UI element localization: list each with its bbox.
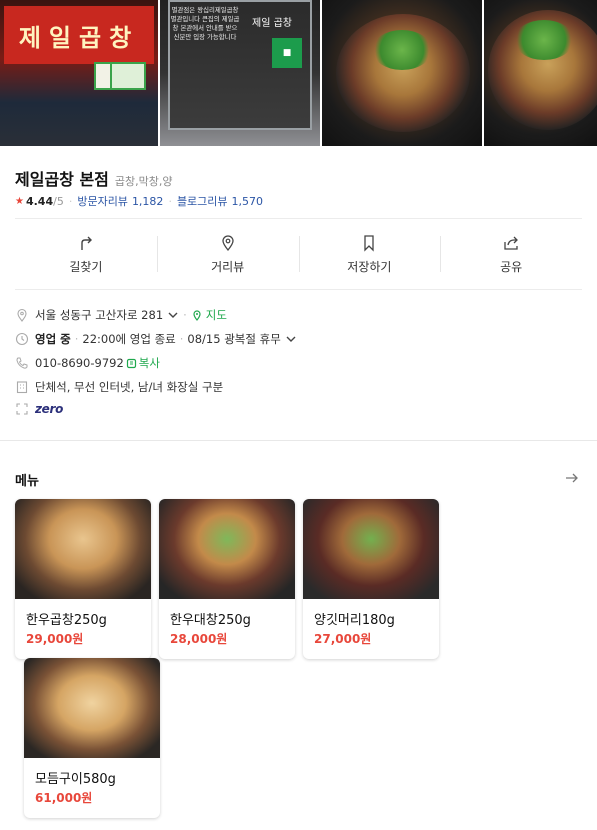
facilities-text: 단체석, 무선 인터넷, 남/녀 화장실 구분: [35, 380, 224, 394]
rating-score: 4.44: [25, 194, 54, 208]
map-link[interactable]: 지도: [206, 307, 227, 323]
separator-dot: ·: [74, 332, 79, 346]
photo-entrance[interactable]: 별관점은 왕십리제일곱창 별관입니다 큰집의 제일곱창 본관에서 안내를 받으신…: [160, 0, 320, 146]
separator-dot: ·: [168, 194, 172, 208]
blog-reviews-count[interactable]: 1,570: [232, 195, 264, 208]
chive-topping: [372, 30, 432, 70]
separator-dot: ·: [183, 308, 187, 322]
photo-food-1[interactable]: [322, 0, 482, 146]
entrance-green-sign: ■: [272, 38, 302, 68]
chevron-down-icon[interactable]: [167, 309, 179, 321]
menu-item-price: 28,000원: [170, 632, 228, 646]
bookmark-icon: [364, 234, 375, 252]
address-row: 서울 성동구 고산자로 281 · 지도: [15, 307, 227, 323]
open-status: 영업 중: [35, 332, 71, 346]
storefront-signbox-2: [110, 62, 146, 90]
save-button[interactable]: 저장하기: [298, 228, 441, 280]
menu-card[interactable]: 한우곱창250g 29,000원: [15, 499, 151, 659]
menu-item-price: 61,000원: [35, 791, 93, 805]
share-button[interactable]: 공유: [440, 228, 582, 280]
separator-dot: ·: [68, 194, 73, 208]
blog-reviews-link[interactable]: 블로그리뷰: [177, 193, 228, 209]
photo-storefront[interactable]: 제일곱창: [0, 0, 158, 146]
share-icon: [504, 236, 519, 250]
zeropay-row: zero: [15, 402, 63, 416]
photo-gallery[interactable]: 제일곱창 별관점은 왕십리제일곱창 별관입니다 큰집의 제일곱창 본관에서 안내…: [0, 0, 597, 146]
menu-item-price: 27,000원: [314, 632, 372, 646]
clock-icon: [15, 332, 29, 346]
location-icon: [17, 308, 27, 322]
action-bar: 길찾기 거리뷰 저장하기 공유: [15, 228, 582, 280]
separator-dot: ·: [179, 332, 184, 346]
menu-item-name: 한우대창250g: [170, 613, 251, 628]
streetview-label: 거리뷰: [211, 259, 245, 274]
arrow-right-icon[interactable]: [564, 470, 580, 486]
chive-topping: [514, 20, 574, 60]
visitor-reviews-link[interactable]: 방문자리뷰: [77, 193, 128, 209]
copy-icon[interactable]: [126, 358, 137, 369]
menu-card[interactable]: 양깃머리180g 27,000원: [303, 499, 439, 659]
menu-item-price: 29,000원: [26, 632, 84, 646]
address-text: 서울 성동구 고산자로 281: [35, 308, 164, 322]
menu-item-name: 한우곱창250g: [26, 613, 107, 628]
place-categories: 곱창,막창,양: [114, 175, 173, 188]
directions-label: 길찾기: [69, 259, 103, 274]
share-label: 공유: [500, 259, 523, 274]
photo-food-2[interactable]: [484, 0, 597, 146]
phone-number: 010-8690-9792: [35, 356, 124, 370]
streetview-button[interactable]: 거리뷰: [156, 228, 299, 280]
rating-out-of: /5: [53, 194, 64, 208]
holiday-notice: 08/15 광복절 휴무: [187, 332, 281, 346]
divider: [15, 218, 582, 219]
phone-row: 010-8690-9792 복사: [15, 355, 160, 371]
menu-card[interactable]: 한우대창250g 28,000원: [159, 499, 295, 659]
building-icon: [16, 381, 28, 394]
hours-row: 영업 중 · 22:00에 영업 종료 · 08/15 광복절 휴무: [15, 331, 297, 347]
menu-item-photo: [15, 499, 151, 599]
section-divider: [0, 440, 597, 441]
menu-item-name: 양깃머리180g: [314, 613, 395, 628]
entrance-notice: 별관점은 왕십리제일곱창 별관입니다 큰집의 제일곱창 본관에서 안내를 받으신…: [170, 6, 240, 41]
star-icon: ★: [15, 195, 24, 207]
facilities-row: 단체석, 무선 인터넷, 남/녀 화장실 구분: [15, 379, 223, 395]
rating-row: ★ 4.44 /5 · 방문자리뷰 1,182 · 블로그리뷰 1,570: [15, 193, 263, 209]
storefront-sign: 제일곱창: [4, 6, 154, 64]
menu-item-name: 모듬구이580g: [35, 772, 116, 787]
menu-item-photo: [24, 658, 160, 758]
save-label: 저장하기: [347, 259, 392, 274]
menu-section-title: 메뉴: [15, 474, 39, 489]
map-pin-icon: [193, 310, 201, 321]
copy-link[interactable]: 복사: [139, 355, 160, 371]
chevron-down-icon[interactable]: [285, 333, 297, 345]
menu-item-photo: [159, 499, 295, 599]
menu-card[interactable]: 모듬구이580g 61,000원: [24, 658, 160, 818]
closing-time: 22:00에 영업 종료: [82, 332, 176, 346]
scan-icon: [16, 403, 28, 415]
entrance-logo: 제일 곱창: [252, 18, 292, 29]
location-pin-icon: [221, 234, 234, 251]
phone-icon: [16, 357, 28, 369]
directions-icon: [81, 236, 92, 250]
place-header: 제일곱창 본점 곱창,막창,양: [15, 166, 172, 190]
divider: [15, 289, 582, 290]
directions-button[interactable]: 길찾기: [15, 228, 157, 280]
visitor-reviews-count[interactable]: 1,182: [132, 195, 164, 208]
zeropay-label: zero: [35, 402, 64, 416]
menu-item-photo: [303, 499, 439, 599]
place-name: 제일곱창 본점: [15, 170, 109, 189]
